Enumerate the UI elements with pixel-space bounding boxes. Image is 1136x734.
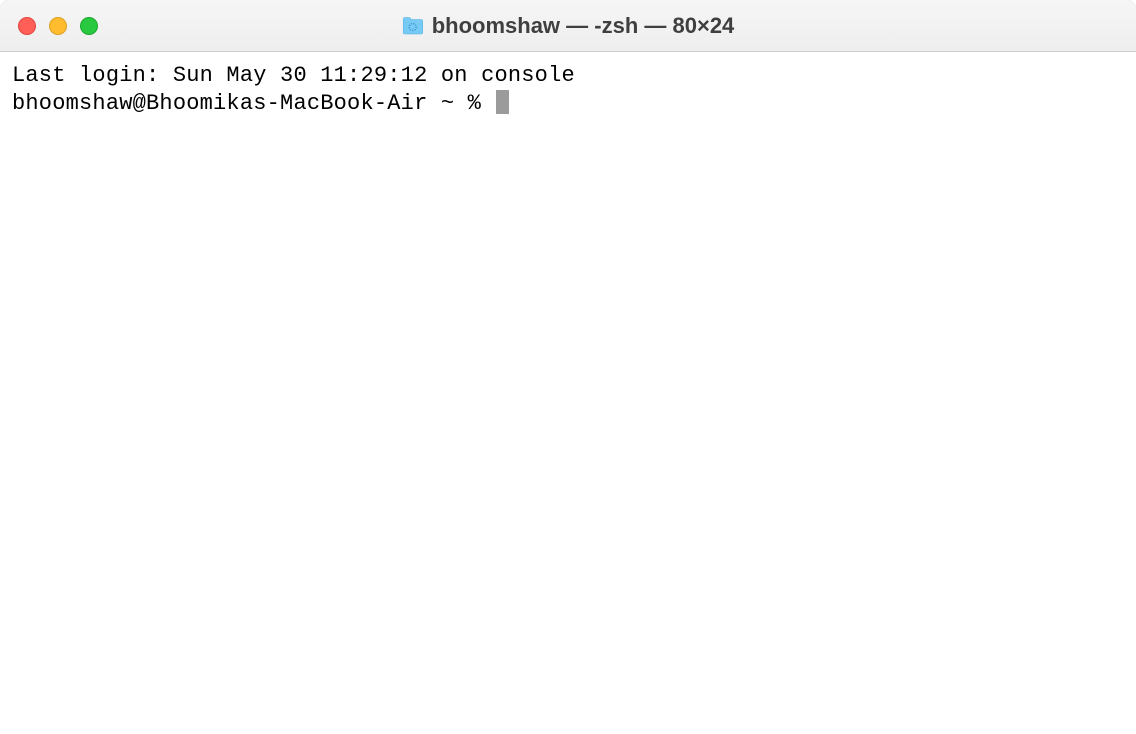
title-container: bhoomshaw — -zsh — 80×24 xyxy=(402,13,735,39)
terminal-body[interactable]: Last login: Sun May 30 11:29:12 on conso… xyxy=(0,52,1136,734)
zoom-button[interactable] xyxy=(80,17,98,35)
cursor xyxy=(496,90,509,114)
terminal-window: bhoomshaw — -zsh — 80×24 Last login: Sun… xyxy=(0,0,1136,734)
shell-prompt: bhoomshaw@Bhoomikas-MacBook-Air ~ % xyxy=(12,91,494,116)
minimize-button[interactable] xyxy=(49,17,67,35)
window-title: bhoomshaw — -zsh — 80×24 xyxy=(432,13,735,39)
titlebar[interactable]: bhoomshaw — -zsh — 80×24 xyxy=(0,0,1136,52)
last-login-line: Last login: Sun May 30 11:29:12 on conso… xyxy=(12,63,575,88)
close-button[interactable] xyxy=(18,17,36,35)
folder-icon xyxy=(402,17,424,35)
traffic-lights xyxy=(18,17,98,35)
